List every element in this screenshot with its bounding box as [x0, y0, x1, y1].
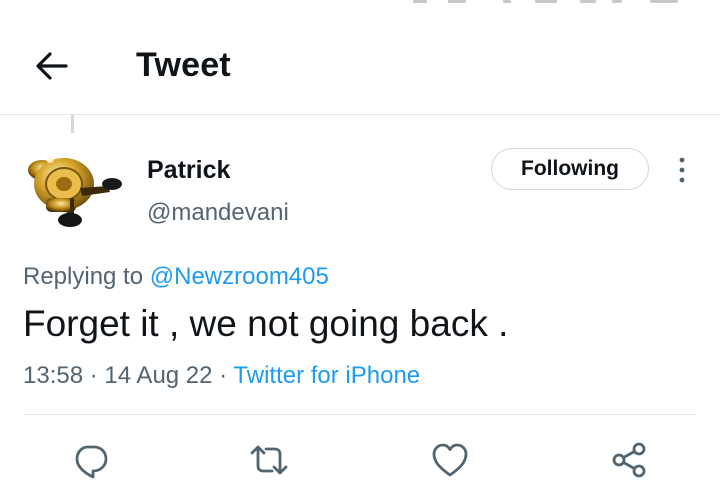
share-icon [612, 442, 646, 478]
heart-icon [432, 443, 468, 477]
replying-prefix: Replying to [23, 263, 150, 290]
reply-mention-link[interactable]: @Newzroom405 [150, 263, 329, 290]
tweet-text: Forget it , we not going back . [23, 303, 509, 344]
top-app-bar: Tweet [0, 18, 720, 115]
meta-separator: · [212, 362, 234, 389]
fishing-reel-avatar[interactable] [20, 140, 130, 240]
page-title: Tweet [136, 46, 231, 84]
status-bar [0, 0, 720, 10]
reply-button[interactable] [69, 438, 113, 482]
author-handle[interactable]: @mandevani [147, 198, 289, 228]
like-button[interactable] [428, 438, 472, 482]
more-options-button[interactable] [668, 150, 696, 190]
more-vertical-icon [679, 157, 685, 183]
tweet-action-bar [0, 438, 720, 482]
tweet-date: 14 Aug 22 [104, 362, 213, 389]
retweet-button[interactable] [247, 438, 291, 482]
meta-separator: · [83, 362, 105, 389]
tweet-source-link[interactable]: Twitter for iPhone [233, 362, 420, 389]
share-button[interactable] [607, 438, 651, 482]
reply-icon [75, 445, 108, 479]
arrow-left-icon [36, 52, 68, 80]
tweet-metadata: 13:58 · 14 Aug 22 · Twitter for iPhone [23, 361, 420, 391]
back-button[interactable] [28, 44, 76, 88]
divider [23, 414, 697, 415]
following-button[interactable]: Following [491, 148, 649, 190]
tweet-time: 13:58 [23, 362, 84, 389]
author-display-name[interactable]: Patrick [147, 155, 230, 185]
replying-to-line: Replying to @Newzroom405 [23, 262, 329, 292]
retweet-icon [250, 445, 288, 475]
thread-connector-line [71, 115, 74, 133]
